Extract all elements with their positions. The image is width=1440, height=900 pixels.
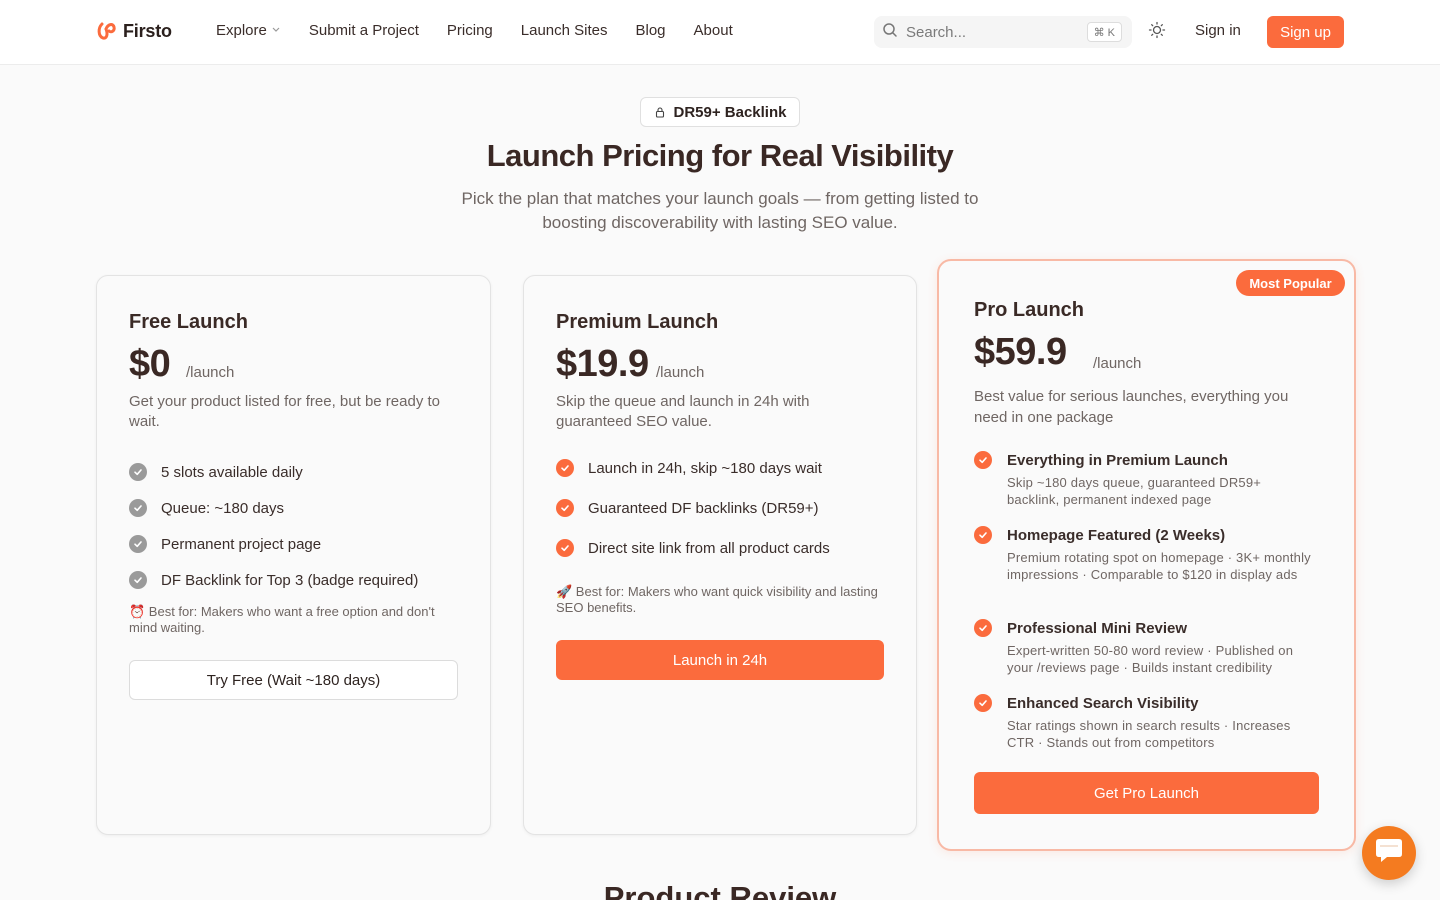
plan-price-unit: /launch (656, 364, 705, 381)
check-circle-icon (974, 619, 992, 637)
nav-item-label: Submit a Project (308, 22, 419, 39)
chevron-down-icon (271, 24, 281, 37)
dr-backlink-badge: DR59+ Backlink (640, 97, 800, 127)
search-input[interactable]: Search... ⌘ K (874, 16, 1132, 48)
plan-title: Free Launch (129, 311, 248, 333)
sign-in-link[interactable]: Sign in (1195, 22, 1241, 39)
nav-item-about[interactable]: About (694, 22, 733, 39)
feature-label: 5 slots available daily (161, 463, 303, 481)
feature-heading: Professional Mini Review (974, 619, 1314, 637)
nav-item-explore[interactable]: Explore (216, 22, 281, 39)
nav-item-label: Pricing (446, 22, 493, 39)
top-navbar: Firsto Explore Submit a Project Pricing … (0, 0, 1440, 65)
plan-price: $59.9 (974, 331, 1067, 373)
pro-feature-item: Enhanced Search Visibility Star ratings … (974, 694, 1314, 751)
feature-item: Guaranteed DF backlinks (DR59+) (556, 488, 830, 528)
nav-item-submit-project[interactable]: Submit a Project (309, 22, 419, 39)
plan-best-for: 🚀 Best for: Makers who want quick visibi… (556, 584, 878, 615)
feature-detail: Expert-written 50-80 word review · Publi… (1007, 643, 1294, 675)
nav-item-label: About (693, 22, 733, 39)
feature-heading: Everything in Premium Launch (974, 451, 1314, 469)
feature-item: Direct site link from all product cards (556, 528, 830, 568)
plan-price: $19.9 (556, 343, 649, 385)
pro-feature-item: Professional Mini Review Expert-written … (974, 619, 1314, 676)
plan-price: $0 (129, 343, 171, 385)
nav-item-pricing[interactable]: Pricing (447, 22, 493, 39)
feature-heading: Enhanced Search Visibility (974, 694, 1314, 712)
feature-heading: Homepage Featured (2 Weeks) (974, 526, 1314, 544)
search-placeholder: Search... (906, 23, 967, 41)
page-title: Launch Pricing for Real Visibility (486, 138, 954, 173)
sign-up-button[interactable]: Sign up (1267, 16, 1344, 48)
nav-item-label: Launch Sites (520, 22, 608, 39)
feature-title: Enhanced Search Visibility (1007, 694, 1199, 712)
try-free-button[interactable]: Try Free (Wait ~180 days) (129, 660, 458, 700)
feature-label: Permanent project page (161, 535, 322, 553)
pricing-card-pro: Most Popular Pro Launch $59.9 /launch Be… (937, 259, 1356, 851)
feature-label: Queue: ~180 days (161, 499, 285, 517)
plan-features: Launch in 24h, skip ~180 days wait Guara… (556, 448, 830, 568)
check-circle-icon (129, 571, 147, 589)
pro-feature-item: Everything in Premium Launch Skip ~180 d… (974, 451, 1314, 508)
feature-label: Launch in 24h, skip ~180 days wait (588, 459, 822, 477)
get-pro-launch-button[interactable]: Get Pro Launch (974, 772, 1319, 814)
launch-24h-button[interactable]: Launch in 24h (556, 640, 884, 680)
sun-icon (1148, 21, 1166, 44)
page-subtitle: Pick the plan that matches your launch g… (461, 189, 979, 232)
plan-best-for: ⏰ Best for: Makers who want a free optio… (129, 604, 435, 635)
plan-features: 5 slots available daily Queue: ~180 days… (129, 454, 418, 598)
feature-title: Everything in Premium Launch (1007, 451, 1228, 469)
plan-description: Skip the queue and launch in 24h with gu… (556, 393, 810, 430)
search-shortcut: ⌘ K (1086, 22, 1122, 42)
check-circle-icon (974, 694, 992, 712)
plan-title: Premium Launch (556, 311, 719, 333)
feature-detail: Skip ~180 days queue, guaranteed DR59+ b… (1007, 475, 1262, 507)
feature-item: 5 slots available daily (129, 454, 418, 490)
badge-label: DR59+ Backlink (673, 103, 787, 121)
feature-title: Homepage Featured (2 Weeks) (1007, 526, 1226, 544)
feature-detail: Star ratings shown in search results · I… (1007, 718, 1291, 750)
check-circle-icon (974, 451, 992, 469)
pricing-card-premium: Premium Launch $19.9 /launch Skip the qu… (523, 275, 917, 835)
brand-name: Firsto (123, 20, 172, 41)
lock-icon (654, 106, 666, 118)
search-icon (882, 22, 898, 43)
feature-title: Professional Mini Review (1007, 619, 1188, 637)
plan-description: Best value for serious launches, everyth… (974, 388, 1289, 426)
check-circle-icon (556, 499, 574, 517)
check-circle-icon (556, 539, 574, 557)
nav-item-blog[interactable]: Blog (636, 22, 666, 39)
chat-icon (1373, 837, 1405, 870)
feature-item: Queue: ~180 days (129, 490, 418, 526)
nav-item-label: Explore (216, 22, 267, 39)
feature-item: Permanent project page (129, 526, 418, 562)
nav-item-launch-sites[interactable]: Launch Sites (521, 22, 608, 39)
feature-item: Launch in 24h, skip ~180 days wait (556, 448, 830, 488)
most-popular-badge: Most Popular (1236, 270, 1345, 296)
pricing-card-free: Free Launch $0 /launch Get your product … (96, 275, 491, 835)
feature-label: Direct site link from all product cards (588, 539, 830, 557)
check-circle-icon (974, 526, 992, 544)
check-circle-icon (556, 459, 574, 477)
pro-feature-item: Homepage Featured (2 Weeks) Premium rota… (974, 526, 1314, 583)
feature-label: Guaranteed DF backlinks (DR59+) (588, 499, 819, 517)
plan-price-unit: /launch (1093, 355, 1142, 372)
plan-description: Get your product listed for free, but be… (129, 393, 441, 430)
product-review-heading: Product Review (603, 880, 837, 900)
plan-price-unit: /launch (186, 364, 235, 381)
main-nav: Explore Submit a Project Pricing Launch … (216, 22, 761, 39)
nav-item-label: Blog (635, 22, 666, 39)
theme-toggle-button[interactable] (1146, 21, 1168, 43)
brand-logo[interactable]: Firsto (96, 20, 172, 42)
plan-title: Pro Launch (974, 299, 1085, 321)
check-circle-icon (129, 499, 147, 517)
firsto-logo-icon (96, 20, 118, 42)
chat-widget-button[interactable] (1362, 826, 1416, 880)
feature-label: DF Backlink for Top 3 (badge required) (161, 571, 419, 589)
feature-detail: Premium rotating spot on homepage · 3K+ … (1007, 550, 1311, 582)
check-circle-icon (129, 463, 147, 481)
check-circle-icon (129, 535, 147, 553)
feature-item: DF Backlink for Top 3 (badge required) (129, 562, 418, 598)
